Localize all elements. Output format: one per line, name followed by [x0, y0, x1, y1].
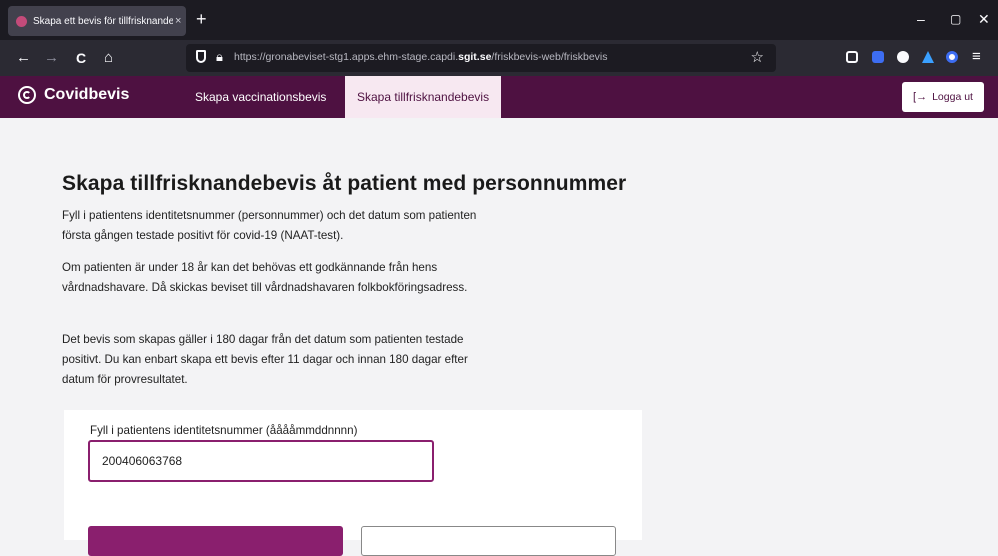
home-button[interactable]: ⌂	[104, 49, 113, 67]
reload-button[interactable]: C	[76, 49, 86, 67]
nav-tab-recovery[interactable]: Skapa tillfrisknandebevis	[345, 76, 502, 118]
url-bar[interactable]: 🔒︎ https://gronabeviset-stg1.apps.ehm-st…	[186, 44, 776, 72]
forward-button[interactable]: →	[44, 49, 59, 67]
brand-name: Covidbevis	[44, 86, 130, 103]
minimize-button[interactable]: –	[917, 11, 925, 27]
favicon-icon	[16, 15, 27, 27]
browser-tab[interactable]: Skapa ett bevis för tillfrisknande ×	[8, 6, 186, 36]
nav-tab-label: Skapa vaccinationsbevis	[195, 90, 327, 104]
tracking-shield-icon[interactable]	[196, 50, 206, 63]
url-text[interactable]: https://gronabeviset-stg1.apps.ehm-stage…	[234, 51, 608, 63]
new-tab-button[interactable]: +	[196, 9, 207, 29]
id-number-input[interactable]	[88, 440, 434, 482]
intro-paragraph: Fyll i patientens identitetsnummer (pers…	[62, 209, 477, 242]
guardian-paragraph: Om patienten är under 18 år kan det behö…	[62, 261, 468, 294]
browser-tab-title: Skapa ett bevis för tillfrisknande	[33, 15, 173, 27]
page-title: Skapa tillfrisknandebevis åt patient med…	[62, 172, 627, 195]
maximize-button[interactable]: ▢	[950, 11, 961, 27]
main-content: Skapa tillfrisknandebevis åt patient med…	[0, 118, 998, 556]
app-header: Covidbevis Skapa vaccinationsbevis Skapa…	[0, 76, 998, 118]
window-close-button[interactable]: ✕	[978, 11, 990, 27]
back-button[interactable]: ←	[16, 49, 31, 67]
primary-button[interactable]	[88, 526, 343, 556]
id-field-label: Fyll i patientens identitetsnummer (åååå…	[90, 424, 358, 437]
logout-button[interactable]: [→ Logga ut	[902, 82, 984, 112]
extension-icon[interactable]	[872, 51, 884, 63]
menu-icon[interactable]: ≡	[972, 48, 981, 66]
logout-label: Logga ut	[932, 91, 973, 103]
secondary-button[interactable]	[361, 526, 616, 556]
extension-icon[interactable]	[922, 51, 934, 63]
nav-tab-vaccination[interactable]: Skapa vaccinationsbevis	[180, 76, 341, 118]
form-card: Fyll i patientens identitetsnummer (åååå…	[64, 410, 642, 556]
logout-icon: [→	[913, 91, 928, 103]
lock-icon[interactable]: 🔒︎	[216, 49, 223, 65]
pocket-icon[interactable]	[846, 51, 858, 63]
validity-paragraph: Det bevis som skapas gäller i 180 dagar …	[62, 333, 468, 386]
covidbevis-logo-icon	[18, 86, 36, 104]
tab-close-icon[interactable]: ×	[175, 15, 181, 27]
account-icon[interactable]	[946, 51, 958, 63]
browser-tab-strip: Skapa ett bevis för tillfrisknande × + –…	[0, 0, 998, 40]
brand-logo[interactable]: Covidbevis	[18, 86, 129, 104]
extension-icon[interactable]	[897, 51, 909, 63]
bookmark-star-icon[interactable]: ☆	[751, 48, 764, 66]
browser-toolbar: ← → C ⌂ 🔒︎ https://gronabeviset-stg1.app…	[0, 40, 998, 76]
nav-tab-label: Skapa tillfrisknandebevis	[357, 90, 490, 104]
